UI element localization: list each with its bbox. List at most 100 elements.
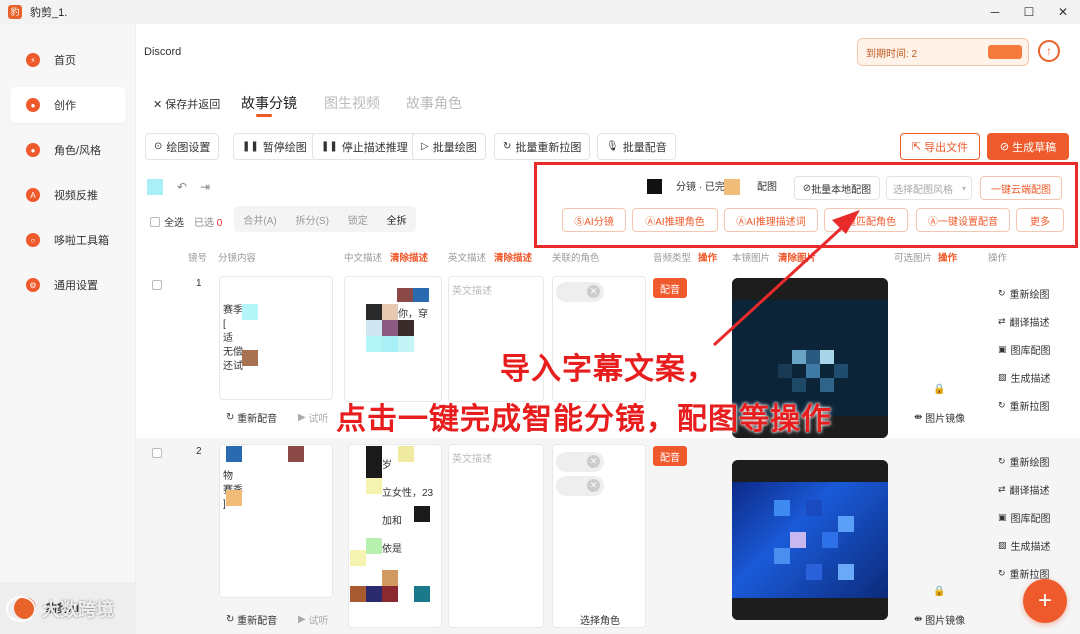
batch-dub-button[interactable]: 🎙 批量配音 [597, 133, 676, 160]
content-cell[interactable] [219, 444, 333, 598]
refresh-icon: ↻ [226, 614, 238, 625]
lock-icon[interactable]: 🔒 [933, 586, 945, 597]
tab-story-role[interactable]: 故事角色 [406, 93, 462, 113]
tab-storyboard[interactable]: 故事分镜 [241, 93, 297, 113]
checkbox-box [150, 216, 160, 227]
pause-icon: ❚❚ [321, 141, 338, 152]
check-circle-icon: ⊘ [999, 141, 1013, 153]
sidebar-item-role-style[interactable]: ● 角色/风格 [10, 132, 126, 168]
lock-button[interactable]: 锁定 [348, 212, 368, 227]
pause-icon: ❚❚ [242, 141, 259, 152]
tab-active-indicator [256, 114, 272, 117]
refresh-icon: ↻ [998, 456, 1006, 466]
highlight-box [534, 162, 1078, 248]
exit-icon[interactable]: ⇥ [200, 180, 210, 194]
merge-button[interactable]: 合并(A) [243, 212, 276, 227]
dub-button[interactable]: 配音 [653, 278, 687, 298]
mic-icon: 🎙 [606, 141, 619, 152]
clear-cn-desc[interactable]: 清除描述 [390, 250, 428, 264]
sidebar-item-settings[interactable]: ⚙ 通用设置 [10, 267, 126, 303]
translate-desc-button[interactable]: ⇄ 翻译描述 [998, 482, 1050, 497]
watermark: 大数跨境 [6, 596, 114, 622]
clear-images[interactable]: 清除图片 [778, 250, 816, 264]
remove-role-icon[interactable]: ✕ [587, 455, 600, 468]
redraw-button[interactable]: ↻ 重新绘图 [998, 454, 1050, 469]
row-checkbox[interactable] [152, 280, 162, 290]
redub-button[interactable]: ↻ 重新配音 [226, 612, 277, 627]
sidebar-item-create[interactable]: ● 创作 [10, 87, 126, 123]
batch-draw-button[interactable]: ▷ 批量绘图 [412, 133, 486, 160]
sidebar-item-home[interactable]: ⚡ 首页 [10, 42, 126, 78]
select-all-checkbox[interactable]: 全选 [150, 214, 184, 229]
create-icon: ● [26, 98, 40, 112]
translate-desc-button[interactable]: ⇄ 翻译描述 [998, 314, 1050, 329]
add-button[interactable]: + [1023, 579, 1067, 623]
video-reverse-icon: A [26, 188, 40, 202]
translate-icon: ⇄ [998, 484, 1006, 494]
color-swatch[interactable] [147, 179, 163, 195]
mosaic [382, 320, 398, 336]
mosaic [398, 320, 414, 336]
clear-en-desc[interactable]: 清除描述 [494, 250, 532, 264]
generate-draft-button[interactable]: ⊘ 生成草稿 [987, 133, 1069, 160]
close-icon[interactable]: ✕ [1046, 0, 1080, 24]
all-split-button[interactable]: 全拆 [387, 212, 407, 227]
export-file-button[interactable]: ⇱ 导出文件 [900, 133, 980, 160]
optional-op[interactable]: 操作 [938, 250, 957, 264]
draw-settings-button[interactable]: ⊙ 绘图设置 [145, 133, 220, 160]
play-icon: ▶ [298, 412, 309, 423]
expire-badge: 到期时间: 2 [857, 38, 1029, 66]
redub-button[interactable]: ↻ 重新配音 [226, 410, 277, 425]
dub-button[interactable]: 配音 [653, 446, 687, 466]
project-name[interactable]: Discord [136, 38, 334, 68]
batch-redraw-button[interactable]: ↻ 批量重新拉图 [494, 133, 591, 160]
select-role-button[interactable]: 选择角色 [580, 612, 620, 627]
mirror-button[interactable]: ⇼ 图片镜像 [914, 410, 965, 425]
mosaic [414, 586, 430, 602]
undo-icon[interactable]: ↶ [177, 180, 187, 194]
gallery-image-button[interactable]: ▣ 图库配图 [998, 510, 1051, 525]
generate-desc-button[interactable]: ▨ 生成描述 [998, 538, 1051, 553]
audio-op[interactable]: 操作 [698, 250, 717, 264]
generate-desc-button[interactable]: ▨ 生成描述 [998, 370, 1051, 385]
upload-icon[interactable]: ↑ [1038, 40, 1060, 62]
gallery-image-button[interactable]: ▣ 图库配图 [998, 342, 1051, 357]
watermark-logo-icon [6, 596, 36, 622]
gallery-icon: ▣ [998, 512, 1007, 522]
table-header: 镜号 分镜内容 中文描述 清除描述 英文描述 清除描述 关联的角色 音频类型 操… [136, 250, 1080, 266]
split-button[interactable]: 拆分(S) [296, 212, 329, 227]
mosaic [382, 304, 398, 320]
role-chip: ✕ [556, 282, 604, 302]
mirror-icon: ⇼ [914, 614, 926, 625]
pause-draw-button[interactable]: ❚❚ 暂停绘图 [233, 133, 316, 160]
play-icon: ▶ [298, 614, 309, 625]
maximize-icon[interactable]: ☐ [1012, 0, 1046, 24]
remove-role-icon[interactable]: ✕ [587, 479, 600, 492]
mosaic [366, 462, 382, 478]
remove-role-icon[interactable]: ✕ [587, 285, 600, 298]
save-and-return-button[interactable]: ✕ 保存并返回 [153, 96, 220, 112]
role-chip: ✕ [556, 452, 604, 472]
mosaic [398, 336, 414, 352]
scene-image[interactable] [732, 460, 888, 620]
repull-image-button[interactable]: ↻ 重新拉图 [998, 398, 1050, 413]
mosaic [226, 446, 242, 462]
translate-icon: ⇄ [998, 316, 1006, 326]
mirror-button[interactable]: ⇼ 图片镜像 [914, 612, 965, 627]
lock-icon[interactable]: 🔒 [933, 384, 945, 395]
image-icon: ▨ [998, 372, 1007, 382]
mosaic [366, 446, 382, 462]
redraw-button[interactable]: ↻ 重新绘图 [998, 286, 1050, 301]
minimize-icon[interactable]: ─ [978, 0, 1012, 24]
sidebar-item-toolbox[interactable]: ○ 哆啦工具箱 [10, 222, 126, 258]
stop-desc-button[interactable]: ❚❚ 停止描述推理 [312, 133, 417, 160]
sidebar-item-video-reverse[interactable]: A 视频反推 [10, 177, 126, 213]
listen-button[interactable]: ▶ 试听 [298, 612, 328, 627]
listen-button[interactable]: ▶ 试听 [298, 410, 328, 425]
app-logo-icon: 豹 [8, 5, 22, 19]
mosaic [366, 478, 382, 494]
row-checkbox[interactable] [152, 448, 162, 458]
tab-image-to-video[interactable]: 图生视频 [324, 93, 380, 113]
en-desc-cell[interactable] [448, 444, 544, 628]
mirror-icon: ⇼ [914, 412, 926, 423]
